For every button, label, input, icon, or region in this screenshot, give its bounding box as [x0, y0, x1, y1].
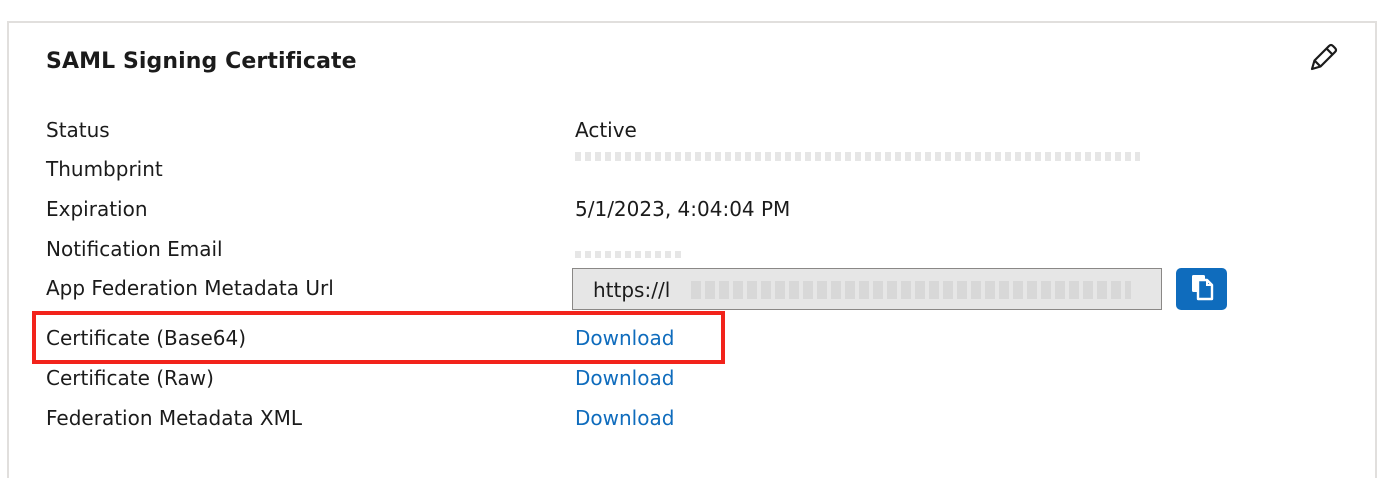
- certificate-base64-download-link[interactable]: Download: [575, 326, 674, 350]
- url-redacted-part: [691, 281, 1131, 299]
- app-federation-metadata-url-field[interactable]: https://l: [572, 268, 1162, 310]
- copy-url-button[interactable]: [1176, 268, 1227, 310]
- status-label: Status: [46, 118, 110, 142]
- notification-email-label: Notification Email: [46, 237, 223, 261]
- app-federation-metadata-url-label: App Federation Metadata Url: [46, 276, 334, 300]
- expiration-value: 5/1/2023, 4:04:04 PM: [575, 197, 791, 221]
- page: SAML Signing Certificate Status Active T…: [0, 0, 1385, 478]
- thumbprint-label: Thumbprint: [46, 157, 163, 181]
- status-value: Active: [575, 118, 637, 142]
- expiration-label: Expiration: [46, 197, 148, 221]
- certificate-base64-label: Certificate (Base64): [46, 326, 246, 350]
- card-title: SAML Signing Certificate: [46, 49, 357, 74]
- copy-icon: [1189, 273, 1215, 305]
- certificate-raw-download-link[interactable]: Download: [575, 366, 674, 390]
- federation-metadata-xml-download-link[interactable]: Download: [575, 406, 674, 430]
- url-field-value: https://l: [593, 278, 671, 302]
- federation-metadata-xml-label: Federation Metadata XML: [46, 406, 303, 430]
- pencil-icon[interactable]: [1306, 41, 1340, 75]
- thumbprint-redacted-value: [575, 152, 1140, 161]
- certificate-raw-label: Certificate (Raw): [46, 366, 214, 390]
- notification-email-redacted-value: [575, 251, 685, 258]
